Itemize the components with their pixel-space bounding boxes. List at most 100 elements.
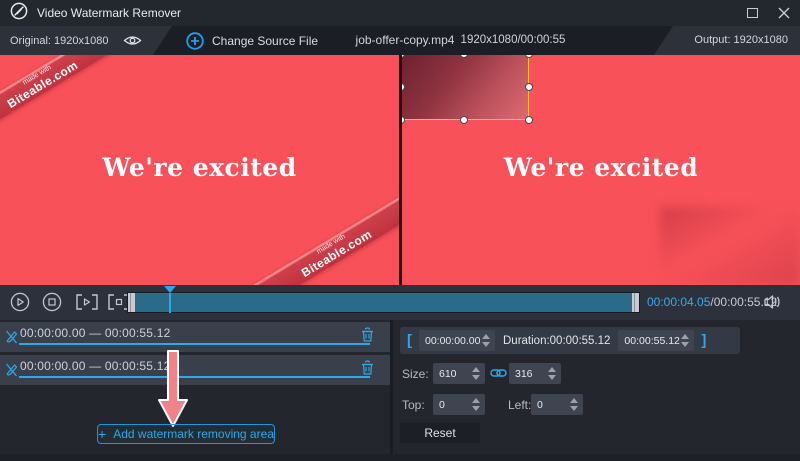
selection-handle-top-right[interactable] (525, 55, 533, 58)
selection-handle-bottom-right[interactable] (525, 116, 533, 124)
duration-label: Duration:00:00:55.12 (503, 335, 610, 347)
selection-handle-bottom-left[interactable] (402, 116, 405, 124)
spin-up-icon[interactable] (472, 367, 480, 372)
app-logo-icon (10, 2, 28, 25)
selection-handle-top-left[interactable] (402, 55, 405, 58)
watermark-brand: Biteable.com (299, 228, 373, 279)
title-bar: Video Watermark Remover (0, 0, 800, 26)
timeline-track[interactable] (135, 293, 632, 312)
original-video-pane: made with Biteable.com We're excited mad… (0, 55, 399, 285)
original-resolution-label: Original: 1920x1080 (10, 35, 108, 47)
tutorial-arrow-annotation (153, 350, 193, 430)
watermark-remove-icon (4, 361, 19, 383)
spin-up-icon[interactable] (472, 398, 480, 403)
add-watermark-area-button[interactable]: + Add watermark removing area (97, 424, 275, 444)
selection-handle-bottom-middle[interactable] (460, 116, 468, 124)
reset-button[interactable]: Reset (400, 423, 480, 443)
stop-button[interactable] (42, 292, 62, 312)
start-time-spinner[interactable] (482, 334, 495, 347)
selection-handle-middle-left[interactable] (402, 83, 405, 91)
selection-handle-top-middle[interactable] (460, 55, 468, 58)
source-info: 1920x1080/00:00:55 (453, 26, 573, 55)
area-time-range: 00:00:00.00 — 00:00:55.12 (20, 326, 170, 340)
bracket-play-icon (74, 292, 100, 312)
speaker-icon (763, 294, 782, 310)
left-input[interactable]: 0 (531, 394, 583, 415)
spin-down-icon[interactable] (681, 342, 689, 347)
range-end-bracket: ] (701, 332, 706, 349)
top-spinner[interactable] (472, 398, 485, 411)
spin-down-icon[interactable] (570, 406, 578, 411)
maximize-button[interactable] (736, 0, 768, 26)
add-watermark-area-label: Add watermark removing area (113, 427, 274, 441)
source-filename: job-offer-copy.mp4 (340, 26, 470, 55)
watermark-selection-box[interactable] (402, 55, 529, 120)
left-spinner[interactable] (570, 398, 583, 411)
size-height-input[interactable]: 316 (509, 363, 561, 384)
timeline-right-handle[interactable] (632, 293, 639, 312)
change-source-file-label: Change Source File (212, 34, 318, 48)
end-time-input[interactable]: 00:00:55.12 (618, 330, 694, 351)
link-dimensions-button[interactable] (490, 366, 507, 385)
timeline-left-handle[interactable] (128, 293, 135, 312)
watermark-area-row[interactable]: 00:00:00.00 — 00:00:55.12 (0, 322, 390, 352)
range-start-bracket: [ (407, 332, 412, 349)
start-time-input[interactable]: 00:00:00.00 (419, 330, 495, 351)
original-resolution-tab: Original: 1920x1080 (0, 26, 172, 55)
watermark-brand: Biteable.com (5, 59, 79, 110)
close-icon (778, 7, 790, 19)
size-height-spinner[interactable] (548, 367, 561, 380)
change-source-file-button[interactable]: Change Source File (186, 26, 318, 55)
watermark-ribbon-top-left: made with Biteable.com (0, 55, 126, 139)
chain-link-icon (490, 366, 507, 380)
end-time-value: 00:00:55.12 (618, 335, 679, 347)
output-resolution-tab: Output: 1920x1080 (654, 26, 800, 55)
output-video-pane: We're excited (402, 55, 800, 285)
time-display: 00:00:04.05/00:00:55.12 (647, 285, 777, 320)
timeline-slider[interactable] (127, 292, 640, 313)
watermark-area-row[interactable]: 00:00:00.00 — 00:00:55.12 (0, 355, 390, 385)
play-segment-button[interactable] (74, 292, 100, 312)
time-range-group: [ 00:00:00.00 Duration:00:00:55.12 00:00… (400, 327, 740, 354)
selection-handle-middle-right[interactable] (525, 83, 533, 91)
volume-button[interactable] (763, 294, 782, 315)
trash-icon (360, 359, 375, 376)
spin-up-icon[interactable] (570, 398, 578, 403)
preview-eye-button[interactable] (123, 34, 142, 47)
playhead-line[interactable] (169, 293, 171, 313)
spin-up-icon[interactable] (548, 367, 556, 372)
playhead-marker[interactable] (164, 286, 176, 293)
area-range-slider[interactable] (19, 376, 370, 378)
top-value: 0 (433, 399, 445, 411)
area-range-slider[interactable] (19, 343, 370, 345)
video-preview: made with Biteable.com We're excited mad… (0, 55, 800, 285)
area-time-range: 00:00:00.00 — 00:00:55.12 (20, 359, 170, 373)
watermark-areas-panel: 00:00:00.00 — 00:00:55.12 (0, 320, 390, 461)
source-bar: Original: 1920x1080 Change Source File j… (0, 26, 800, 55)
removed-watermark-blur (660, 207, 800, 285)
play-button[interactable] (10, 292, 30, 312)
bottom-panel: 00:00:00.00 — 00:00:55.12 (0, 320, 800, 461)
stop-icon (42, 292, 62, 312)
bottom-edge-strip (0, 454, 800, 461)
spin-down-icon[interactable] (472, 406, 480, 411)
spin-up-icon[interactable] (681, 334, 689, 339)
size-width-input[interactable]: 610 (433, 363, 485, 384)
current-time: 00:00:04.05 (647, 295, 710, 309)
size-width-spinner[interactable] (472, 367, 485, 380)
area-properties-panel: [ 00:00:00.00 Duration:00:00:55.12 00:00… (393, 320, 800, 461)
close-button[interactable] (768, 0, 800, 26)
spin-down-icon[interactable] (482, 342, 490, 347)
transport-bar: 00:00:04.05/00:00:55.12 (0, 285, 800, 320)
end-time-spinner[interactable] (681, 334, 694, 347)
spin-up-icon[interactable] (482, 334, 490, 339)
watermark-ribbon-bottom-right: made with Biteable.com (249, 192, 399, 285)
maximize-icon (747, 8, 758, 18)
top-label: Top: (402, 398, 425, 412)
spin-down-icon[interactable] (548, 375, 556, 380)
app-title: Video Watermark Remover (37, 6, 181, 20)
video-caption-left: We're excited (0, 153, 399, 182)
video-watermark-remover-app: Video Watermark Remover Original: 1920x1… (0, 0, 800, 461)
spin-down-icon[interactable] (472, 375, 480, 380)
top-input[interactable]: 0 (433, 394, 485, 415)
